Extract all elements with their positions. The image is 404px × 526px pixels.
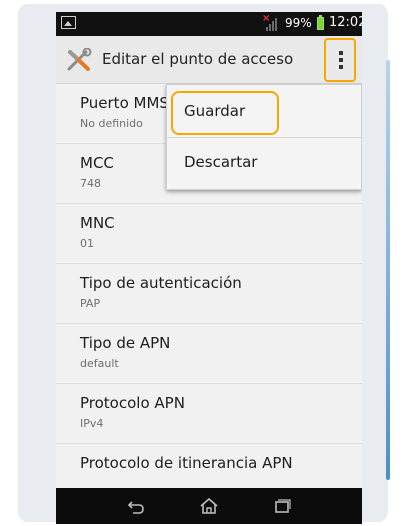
battery-icon	[317, 15, 324, 30]
setting-auth-type[interactable]: Tipo de autenticación PAP	[56, 264, 362, 324]
overflow-menu-icon[interactable]	[324, 38, 356, 82]
setting-value: 748	[80, 177, 101, 190]
setting-title: MCC	[80, 154, 114, 172]
navigation-bar	[56, 488, 362, 524]
no-signal-icon: ×	[262, 13, 278, 31]
status-time: 12:02	[329, 15, 362, 30]
battery-percent: 99%	[285, 16, 312, 30]
setting-title: Protocolo APN	[80, 394, 185, 412]
setting-value: 01	[80, 237, 94, 250]
back-icon[interactable]	[124, 495, 148, 517]
setting-title: Puerto MMS	[80, 94, 169, 112]
setting-value: No definido	[80, 117, 143, 130]
menu-item-discard[interactable]: Descartar	[167, 139, 361, 189]
setting-apn-protocol[interactable]: Protocolo APN IPv4	[56, 384, 362, 444]
phone-screen: × 99% 12:02 Editar el punto de acceso Pu…	[56, 12, 362, 524]
menu-item-label: Descartar	[184, 153, 258, 171]
setting-title: Protocolo de itinerancia APN	[80, 454, 293, 472]
setting-apn-type[interactable]: Tipo de APN default	[56, 324, 362, 384]
tools-icon[interactable]	[66, 48, 92, 72]
overflow-menu: Guardar Descartar	[166, 84, 362, 190]
setting-value: default	[80, 357, 119, 370]
setting-value: PAP	[80, 297, 101, 310]
home-icon[interactable]	[197, 495, 221, 517]
menu-item-save[interactable]: Guardar	[167, 88, 361, 138]
image-thumbnail-icon	[61, 16, 76, 29]
action-bar: Editar el punto de acceso	[56, 36, 362, 84]
setting-title: MNC	[80, 214, 115, 232]
frame-accent	[386, 60, 390, 480]
setting-title: Tipo de APN	[80, 334, 171, 352]
highlight-box	[171, 91, 279, 135]
setting-mnc[interactable]: MNC 01	[56, 204, 362, 264]
recent-apps-icon[interactable]	[270, 495, 294, 517]
page-title: Editar el punto de acceso	[102, 50, 294, 68]
setting-value: IPv4	[80, 417, 104, 430]
setting-title: Tipo de autenticación	[80, 274, 242, 292]
status-bar: × 99% 12:02	[56, 12, 362, 36]
